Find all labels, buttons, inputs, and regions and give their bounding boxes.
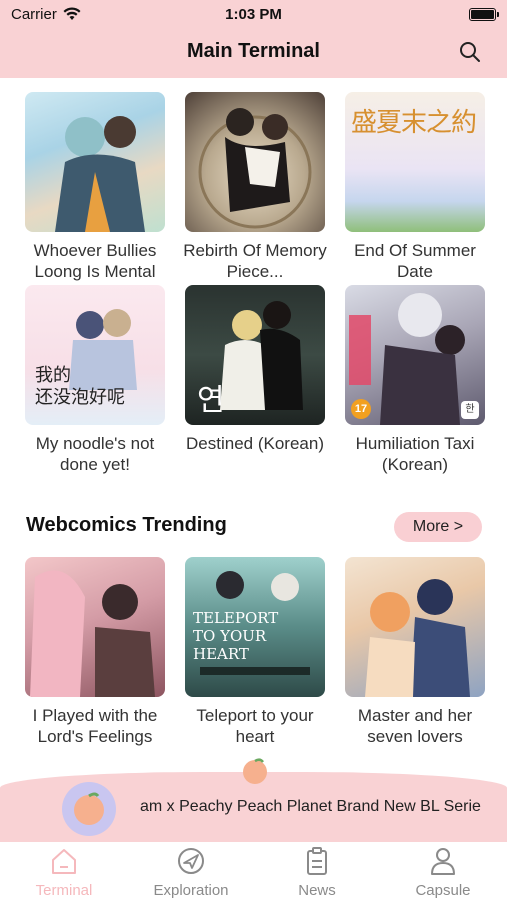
comic-card[interactable]: 盛夏末之約 End Of Summer Date xyxy=(345,92,485,282)
search-icon[interactable] xyxy=(459,41,481,63)
trending-card[interactable]: Master and her seven lovers xyxy=(345,557,485,747)
comic-cover[interactable]: 17 한 xyxy=(345,285,485,425)
comic-card[interactable]: Whoever Bullies Loong Is Mental xyxy=(25,92,165,282)
clipboard-icon xyxy=(307,847,327,875)
comic-cover[interactable]: 연 xyxy=(185,285,325,425)
tab-capsule[interactable]: Capsule xyxy=(388,846,498,899)
home-icon xyxy=(52,849,76,874)
peach-avatar[interactable] xyxy=(62,782,116,836)
comic-card[interactable]: 17 한 Humiliation Taxi (Korean) xyxy=(345,285,485,475)
cover-title-text: 盛夏末之約 xyxy=(351,108,477,138)
comic-cover[interactable] xyxy=(185,92,325,232)
compass-plane-icon xyxy=(178,848,204,874)
comic-title: Master and her seven lovers xyxy=(357,706,473,746)
status-time: 1:03 PM xyxy=(225,6,282,23)
app-header: Carrier 1:03 PM Main Terminal xyxy=(0,0,507,78)
comic-cover[interactable] xyxy=(25,557,165,697)
tab-label: Exploration xyxy=(153,882,229,899)
comic-cover[interactable] xyxy=(25,92,165,232)
page-title: Main Terminal xyxy=(187,40,320,62)
tab-label: Capsule xyxy=(415,882,471,899)
cover-title-text: TELEPORT TO YOUR HEART xyxy=(193,609,279,663)
comic-title: End Of Summer Date xyxy=(354,241,476,281)
trending-card[interactable]: TELEPORT TO YOUR HEART Teleport to your … xyxy=(185,557,325,747)
comic-card[interactable]: 我的 还没泡好呢 My noodle's not done yet! xyxy=(25,285,165,475)
battery-icon xyxy=(469,8,499,21)
more-button[interactable]: More > xyxy=(394,512,482,542)
comic-title: Whoever Bullies Loong Is Mental xyxy=(33,241,157,281)
tab-label: News xyxy=(298,882,336,899)
comic-card[interactable]: Rebirth Of Memory Piece... xyxy=(183,92,327,282)
cover-title-text: 연 xyxy=(197,383,225,418)
section-title-trending: Webcomics Trending xyxy=(26,514,227,536)
tab-news[interactable]: News xyxy=(262,846,372,899)
cover-title-text: 我的 还没泡好呢 xyxy=(35,365,125,408)
comic-title: Destined (Korean) xyxy=(186,434,324,453)
comic-cover[interactable] xyxy=(345,557,485,697)
tab-exploration[interactable]: Exploration xyxy=(136,846,246,899)
comic-cover[interactable]: TELEPORT TO YOUR HEART xyxy=(185,557,325,697)
language-badge: 한 xyxy=(461,401,479,419)
tab-bar: Terminal Exploration News Capsule xyxy=(0,842,507,900)
peach-icon xyxy=(74,792,104,825)
person-icon xyxy=(431,848,455,875)
comic-title: Rebirth Of Memory Piece... xyxy=(183,241,327,281)
promo-banner-text[interactable]: am x Peachy Peach Planet Brand New BL Se… xyxy=(140,798,481,816)
comic-cover[interactable]: 盛夏末之約 xyxy=(345,92,485,232)
comic-title: My noodle's not done yet! xyxy=(35,434,155,474)
tab-label: Terminal xyxy=(35,882,93,899)
comic-card[interactable]: 연 Destined (Korean) xyxy=(185,285,325,454)
tab-terminal[interactable]: Terminal xyxy=(9,846,119,899)
peach-icon xyxy=(243,758,267,784)
comic-title: I Played with the Lord's Feelings xyxy=(32,706,158,746)
status-bar: Carrier 1:03 PM xyxy=(0,5,507,25)
comic-cover[interactable]: 我的 还没泡好呢 xyxy=(25,285,165,425)
age-rating-badge: 17 xyxy=(351,399,371,419)
comic-title: Humiliation Taxi (Korean) xyxy=(355,434,475,474)
comic-title: Teleport to your heart xyxy=(196,706,314,746)
trending-card[interactable]: I Played with the Lord's Feelings xyxy=(25,557,165,747)
